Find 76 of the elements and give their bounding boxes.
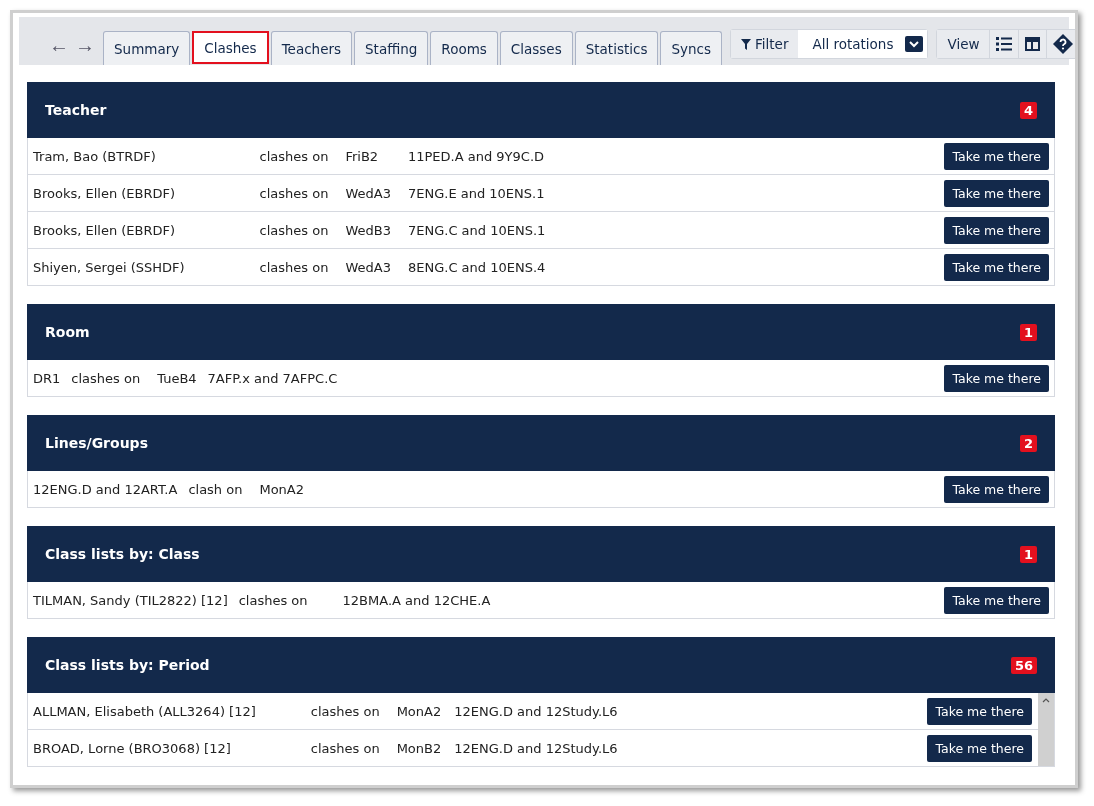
count-badge: 56	[1010, 656, 1037, 674]
clash-text: Shiyen, Sergei (SSHDF)	[33, 259, 185, 275]
clash-text: Brooks, Ellen (EBRDF)	[33, 185, 176, 201]
take-me-there-button[interactable]: Take me there	[927, 734, 1032, 762]
take-me-there-button[interactable]: Take me there	[944, 364, 1049, 392]
clash-text: MonB2	[396, 740, 442, 756]
section-title: Teacher	[45, 102, 107, 118]
clash-text: TILMAN, Sandy (TIL2822) [12]	[33, 592, 228, 608]
filter-icon	[741, 38, 751, 50]
clash-text: WedA3	[345, 259, 391, 275]
clash-text: clashes on	[310, 740, 380, 756]
rotation-dropdown[interactable]: All rotations	[798, 30, 928, 58]
take-me-there-button[interactable]: Take me there	[927, 697, 1032, 725]
section-title: Room	[45, 324, 90, 340]
clash-text: clashes on	[259, 259, 329, 275]
help-icon	[1053, 34, 1074, 54]
clash-text: clash on	[188, 481, 243, 497]
back-button[interactable]: ←	[43, 27, 69, 63]
take-me-there-button[interactable]: Take me there	[944, 253, 1049, 281]
count-badge: 1	[1019, 323, 1037, 341]
clash-text: TueB4	[157, 370, 197, 386]
tab[interactable]: Rooms	[430, 31, 498, 65]
take-me-there-button[interactable]: Take me there	[944, 179, 1049, 207]
clash-text: clashes on	[238, 592, 308, 608]
clash-text: MonA2	[396, 703, 442, 719]
clash-text: 12ENG.D and 12Study.L6	[454, 703, 618, 719]
tab[interactable]: Staffing	[354, 31, 429, 65]
tab[interactable]: Classes	[499, 31, 573, 65]
clash-text: 7AFP.x and 7AFPC.C	[207, 370, 338, 386]
clash-text: FriB2	[345, 148, 379, 164]
count-badge: 2	[1019, 434, 1037, 452]
clash-text: 12ENG.D and 12ART.A	[33, 481, 178, 497]
clash-text: 12ENG.D and 12Study.L6	[454, 740, 618, 756]
list-icon	[996, 37, 1013, 51]
section-title: Class lists by: Class	[45, 546, 200, 562]
tab[interactable]: Statistics	[574, 31, 659, 65]
clash-text: ALLMAN, Elisabeth (ALL3264) [12]	[33, 703, 256, 719]
clash-text: 7ENG.E and 10ENS.1	[407, 185, 545, 201]
view-button[interactable]: View	[937, 30, 990, 58]
take-me-there-button[interactable]: Take me there	[944, 586, 1049, 614]
clash-text: 8ENG.C and 10ENS.4	[407, 259, 546, 275]
take-me-there-button[interactable]: Take me there	[944, 142, 1049, 170]
take-me-there-button[interactable]: Take me there	[944, 216, 1049, 244]
clash-text: clashes on	[259, 222, 329, 238]
clash-text: 7ENG.C and 10ENS.1	[407, 222, 546, 238]
tab[interactable]: Syncs	[660, 31, 722, 65]
tab[interactable]: Summary	[103, 31, 191, 65]
count-badge: 4	[1019, 101, 1037, 119]
chevron-down-icon	[905, 36, 924, 52]
clash-text: DR1	[33, 370, 61, 386]
layout-icon	[1025, 37, 1041, 51]
clash-text: BROAD, Lorne (BRO3068) [12]	[33, 740, 231, 756]
clash-text: Brooks, Ellen (EBRDF)	[33, 222, 176, 238]
tab[interactable]: Clashes	[192, 31, 269, 64]
section-title: Class lists by: Period	[45, 657, 210, 673]
clash-text: WedA3	[345, 185, 391, 201]
forward-button[interactable]: →	[69, 27, 95, 63]
take-me-there-button[interactable]: Take me there	[944, 475, 1049, 503]
count-badge: 1	[1019, 545, 1037, 563]
clash-text: clashes on	[71, 370, 141, 386]
tab[interactable]: Teachers	[270, 31, 353, 65]
clash-text: MonA2	[259, 481, 305, 497]
clash-text: clashes on	[310, 703, 380, 719]
clash-text: clashes on	[259, 185, 329, 201]
clash-text: WedB3	[345, 222, 391, 238]
scroll-up-icon	[1042, 697, 1050, 703]
scrollbar[interactable]	[1038, 693, 1054, 766]
clash-text: 11PED.A and 9Y9C.D	[407, 148, 545, 164]
clash-text: 12BMA.A and 12CHE.A	[342, 592, 491, 608]
clash-text: Tram, Bao (BTRDF)	[33, 148, 156, 164]
list-view-button[interactable]	[989, 30, 1019, 58]
layout-view-button[interactable]	[1018, 30, 1047, 58]
section-title: Lines/Groups	[45, 435, 148, 451]
help-button[interactable]	[1046, 30, 1075, 58]
clash-text: clashes on	[259, 148, 329, 164]
filter-button[interactable]: Filter	[731, 30, 799, 58]
